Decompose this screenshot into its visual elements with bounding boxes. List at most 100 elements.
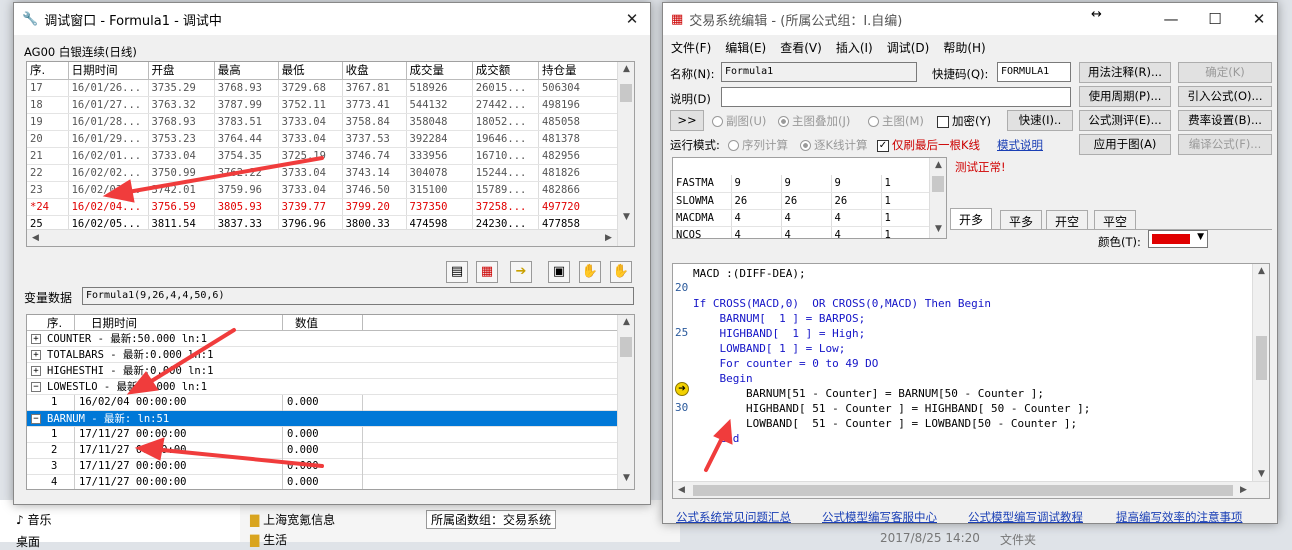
music-folder[interactable]: ♪ 音乐 <box>16 511 52 528</box>
scroll-up-icon[interactable]: ▲ <box>618 64 634 74</box>
step-into-button[interactable]: ▤ <box>446 261 468 283</box>
collapse-icon[interactable]: − <box>31 381 41 392</box>
close-icon[interactable]: ✕ <box>1249 9 1269 29</box>
param-cell[interactable]: NCOS <box>673 226 732 238</box>
param-cell[interactable]: 26 <box>831 192 882 210</box>
evaluate-button[interactable]: 公式测评(E)... <box>1079 110 1171 131</box>
chart-button[interactable]: ▣ <box>548 261 570 283</box>
tutorial-link[interactable]: 公式模型编写调试教程 <box>968 509 1083 525</box>
life-folder[interactable]: ▇ 生活 <box>250 531 287 548</box>
compile-button[interactable]: 编译公式(F)... <box>1178 134 1272 155</box>
param-cell[interactable]: 26 <box>731 192 782 210</box>
param-row[interactable]: SLOWMA 26 26 26 1 <box>673 192 932 210</box>
column-header[interactable]: 持仓量 <box>538 62 620 80</box>
scroll-down-icon[interactable]: ▼ <box>1253 469 1269 479</box>
column-header[interactable]: 开盘 <box>148 62 215 80</box>
param-cell[interactable]: 9 <box>781 175 832 193</box>
scroll-right-icon[interactable]: ▶ <box>1235 485 1252 495</box>
menu-item[interactable]: 插入(I) <box>836 41 873 55</box>
param-cell[interactable]: 4 <box>781 209 832 227</box>
color-dropdown[interactable]: ▼ <box>1148 230 1208 248</box>
tips-link[interactable]: 提高编写效率的注意事项 <box>1116 509 1243 525</box>
scroll-left-icon[interactable]: ◀ <box>673 485 690 495</box>
scroll-thumb[interactable] <box>620 84 632 102</box>
param-row[interactable]: FASTMA 9 9 9 1 <box>673 175 932 193</box>
stop-button[interactable]: ✋ <box>610 261 632 283</box>
encrypt-checkbox[interactable]: 加密(Y) <box>937 113 991 129</box>
desc-field[interactable] <box>721 87 1071 107</box>
clear-button[interactable]: ▦ <box>476 261 498 283</box>
expand-icon[interactable]: + <box>31 349 41 360</box>
tab-close-long[interactable]: 平多 <box>1000 210 1043 230</box>
table-row[interactable]: *24 16/02/04... 3756.59 3805.93 3739.77 3799.… <box>27 198 620 216</box>
param-cell[interactable]: 4 <box>781 226 832 238</box>
bars-hscrollbar[interactable]: ◀ ▶ <box>27 229 617 246</box>
hand-button[interactable]: ✋ <box>579 261 601 283</box>
scroll-up-icon[interactable]: ▲ <box>618 317 634 327</box>
expand-button[interactable]: >> <box>670 110 704 131</box>
import-formula-button[interactable]: 引入公式(O)... <box>1178 86 1272 107</box>
support-link[interactable]: 公式模型编写客服中心 <box>822 509 937 525</box>
column-header[interactable]: 日期时间 <box>68 62 149 80</box>
table-row[interactable]: 19 16/01/28... 3768.93 3783.51 3733.04 3758.8… <box>27 113 620 131</box>
fast-button[interactable]: 快速(I).. <box>1007 110 1073 131</box>
tab-open-short[interactable]: 开空 <box>1046 210 1089 230</box>
scroll-right-icon[interactable]: ▶ <box>600 233 617 243</box>
bars-vscrollbar[interactable]: ▲ ▼ <box>617 62 634 246</box>
param-cell[interactable]: 1 <box>881 192 932 210</box>
table-row[interactable]: 20 16/01/29... 3753.23 3764.44 3733.04 3737.5… <box>27 130 620 148</box>
param-cell[interactable]: MACDMA <box>673 209 732 227</box>
param-cell[interactable]: 26 <box>781 192 832 210</box>
menu-item[interactable]: 调试(D) <box>887 41 930 55</box>
var-node[interactable]: − LOWESTLO - 最新:0.000 ln:1 <box>27 379 619 395</box>
column-header[interactable]: 成交额 <box>472 62 539 80</box>
confirm-button[interactable]: 确定(K) <box>1178 62 1272 83</box>
table-row[interactable]: 18 16/01/27... 3763.32 3787.99 3752.11 3773.4… <box>27 96 620 114</box>
param-cell[interactable]: FASTMA <box>673 175 732 193</box>
scroll-thumb[interactable] <box>932 176 944 192</box>
code-hscrollbar[interactable]: ◀ ▶ <box>673 481 1269 498</box>
radio-subchart[interactable]: 副图(U) <box>712 113 766 129</box>
param-cell[interactable]: 9 <box>731 175 782 193</box>
column-header[interactable]: 最低 <box>278 62 343 80</box>
menu-item[interactable]: 文件(F) <box>671 41 711 55</box>
list-item[interactable]: 2 17/11/27 00:00:00 0.000 <box>27 442 619 459</box>
period-button[interactable]: 使用周期(P)... <box>1079 86 1171 107</box>
code-editor[interactable]: 20 25 30 MACD :(DIFF-DEA); If CROSS(MACD,0)… <box>672 263 1270 499</box>
scroll-down-icon[interactable]: ▼ <box>618 473 634 483</box>
scroll-thumb[interactable] <box>620 337 632 357</box>
tab-open-long[interactable]: 开多 <box>950 208 993 230</box>
run-button[interactable]: ➔ <box>510 261 532 283</box>
minimize-icon[interactable]: — <box>1161 9 1181 29</box>
scroll-up-icon[interactable]: ▲ <box>1253 266 1269 276</box>
table-row[interactable]: 21 16/02/01... 3733.04 3754.35 3725.19 3746.7… <box>27 147 620 165</box>
vars-vscrollbar[interactable]: ▲ ▼ <box>617 315 634 489</box>
column-header[interactable]: 最高 <box>214 62 279 80</box>
code-vscrollbar[interactable]: ▲ ▼ <box>1252 264 1269 481</box>
scroll-left-icon[interactable]: ◀ <box>27 233 44 243</box>
var-node[interactable]: + HIGHESTHI - 最新:0.000 ln:1 <box>27 363 619 379</box>
scroll-down-icon[interactable]: ▼ <box>930 224 946 234</box>
expand-icon[interactable]: + <box>31 333 41 344</box>
column-header[interactable]: 序. <box>27 62 69 80</box>
menu-item[interactable]: 编辑(E) <box>725 41 766 55</box>
param-cell[interactable]: 9 <box>831 175 882 193</box>
shanghai-folder[interactable]: ▇ 上海宽氪信息 <box>250 511 335 528</box>
collapse-icon[interactable]: − <box>31 413 41 424</box>
radio-overlay[interactable]: 主图叠加(J) <box>778 113 850 129</box>
list-item[interactable]: 1 16/02/04 00:00:00 0.000 <box>27 394 619 411</box>
radio-perbar[interactable]: 逐K线计算 <box>800 137 868 153</box>
param-cell[interactable]: 4 <box>831 226 882 238</box>
param-cell[interactable]: 4 <box>731 209 782 227</box>
usage-notes-button[interactable]: 用法注释(R)... <box>1079 62 1171 83</box>
apply-chart-button[interactable]: 应用于图(A) <box>1079 134 1171 155</box>
expand-icon[interactable]: + <box>31 365 41 376</box>
var-node[interactable]: + TOTALBARS - 最新:0.000 ln:1 <box>27 347 619 363</box>
radio-mainchart[interactable]: 主图(M) <box>868 113 924 129</box>
param-cell[interactable]: 1 <box>881 226 932 238</box>
list-item[interactable]: 3 17/11/27 00:00:00 0.000 <box>27 458 619 475</box>
var-node[interactable]: − BARNUM - 最新: ln:51 <box>27 411 619 427</box>
last-bar-checkbox[interactable]: ✓ 仅刷最后一根K线 <box>877 137 980 153</box>
param-cell[interactable]: SLOWMA <box>673 192 732 210</box>
scroll-thumb[interactable] <box>693 485 1233 496</box>
